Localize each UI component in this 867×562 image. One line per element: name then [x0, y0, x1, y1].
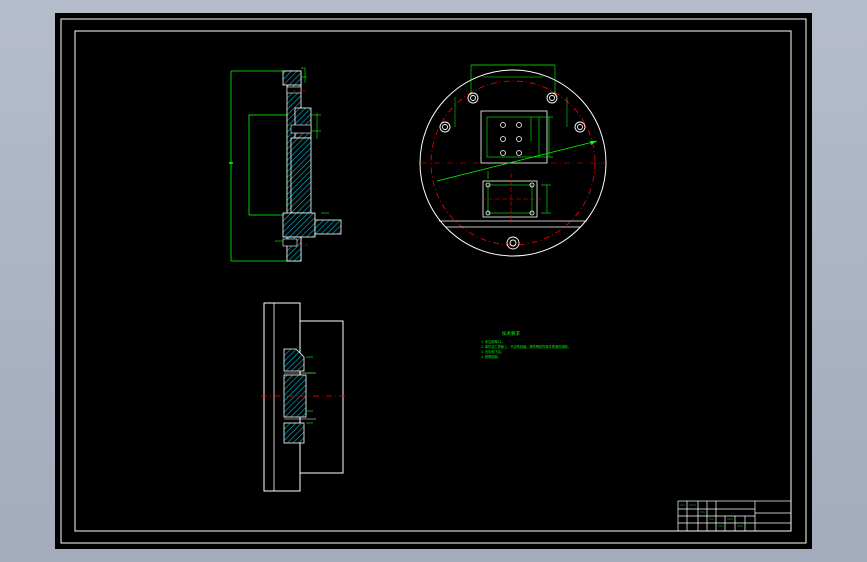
outer-border	[60, 18, 807, 544]
notes-title: 技术要求	[502, 330, 520, 337]
cad-drawing: 技术要求 1.未注倒角C1。 2.零件加工表面上，不应有划痕、擦伤等损伤零件表面…	[60, 18, 807, 544]
technical-notes: 技术要求 1.未注倒角C1。 2.零件加工表面上，不应有划痕、擦伤等损伤零件表面…	[481, 330, 571, 359]
side-view	[261, 302, 345, 492]
section-view	[229, 67, 342, 262]
notes-line-4: 4.锐角倒钝。	[481, 354, 501, 359]
notes-line-2: 2.零件加工表面上，不应有划痕、擦伤等损伤零件表面的缺陷。	[481, 344, 571, 349]
title-block	[677, 500, 792, 532]
inner-border	[74, 30, 792, 532]
plan-view	[419, 64, 607, 257]
notes-line-1: 1.未注倒角C1。	[481, 339, 505, 344]
notes-line-3: 3.去毛刺飞边。	[481, 349, 504, 354]
drawing-sheet[interactable]: 技术要求 1.未注倒角C1。 2.零件加工表面上，不应有划痕、擦伤等损伤零件表面…	[55, 13, 812, 549]
